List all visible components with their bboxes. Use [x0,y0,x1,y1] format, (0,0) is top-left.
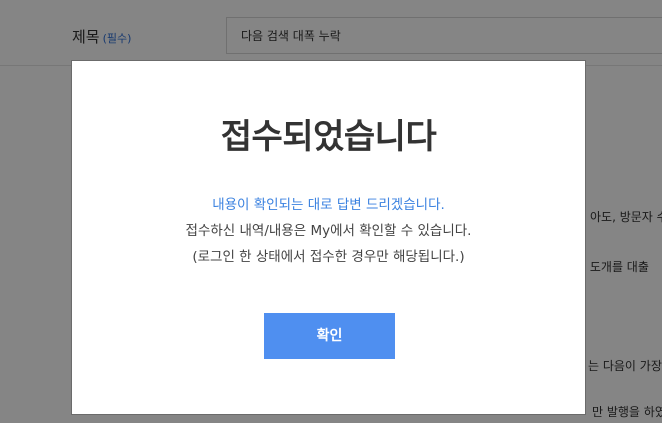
login-note-message: (로그인 한 상태에서 접수한 경우만 해당됩니다.) [192,249,465,265]
dialog-title: 접수되었습니다 [220,117,437,157]
highlight-message: 내용이 확인되는 대로 답변 드리겠습니다. [212,197,445,213]
confirm-button[interactable]: 확인 [264,313,395,359]
info-message: 접수하신 내역/내용은 My에서 확인할 수 있습니다. [185,223,472,239]
confirmation-dialog: 접수되었습니다 내용이 확인되는 대로 답변 드리겠습니다. 접수하신 내역/내… [71,60,586,415]
